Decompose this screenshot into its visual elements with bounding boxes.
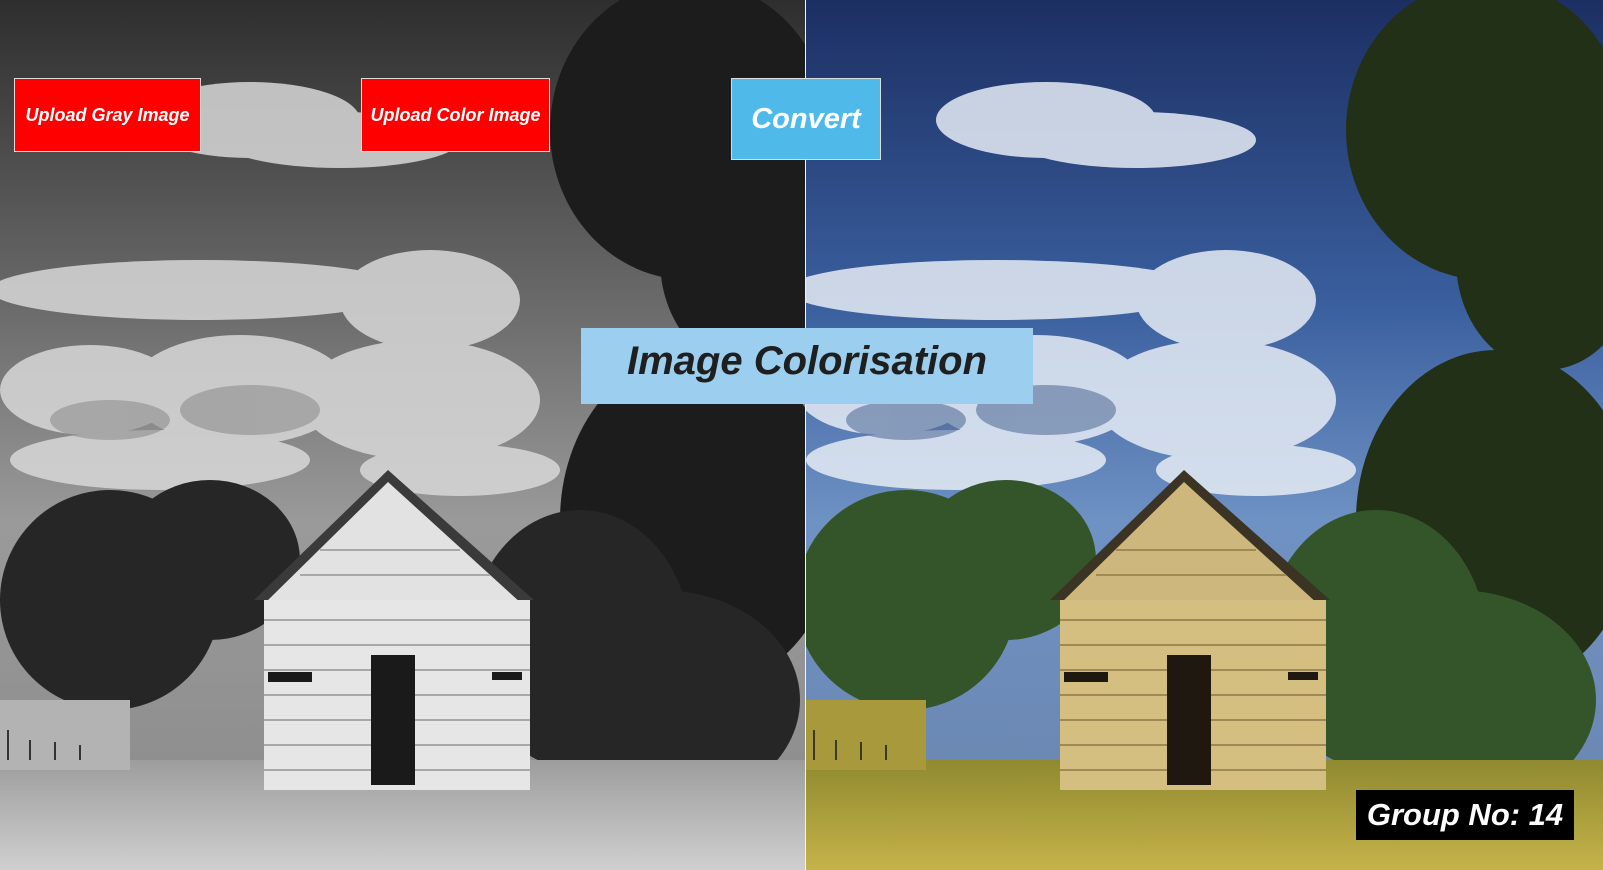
- convert-button[interactable]: Convert: [731, 78, 881, 160]
- color-image: [806, 0, 1603, 870]
- colorisation-app: Upload Gray Image Upload Color Image Con…: [0, 0, 1603, 870]
- color-image-panel: [806, 0, 1603, 870]
- page-title: Image Colorisation: [626, 338, 988, 383]
- upload-gray-image-button[interactable]: Upload Gray Image: [14, 78, 201, 152]
- upload-color-image-button[interactable]: Upload Color Image: [361, 78, 550, 152]
- group-number-label: Group No: 14: [1356, 790, 1574, 840]
- title-banner: Image Colorisation: [581, 328, 1033, 404]
